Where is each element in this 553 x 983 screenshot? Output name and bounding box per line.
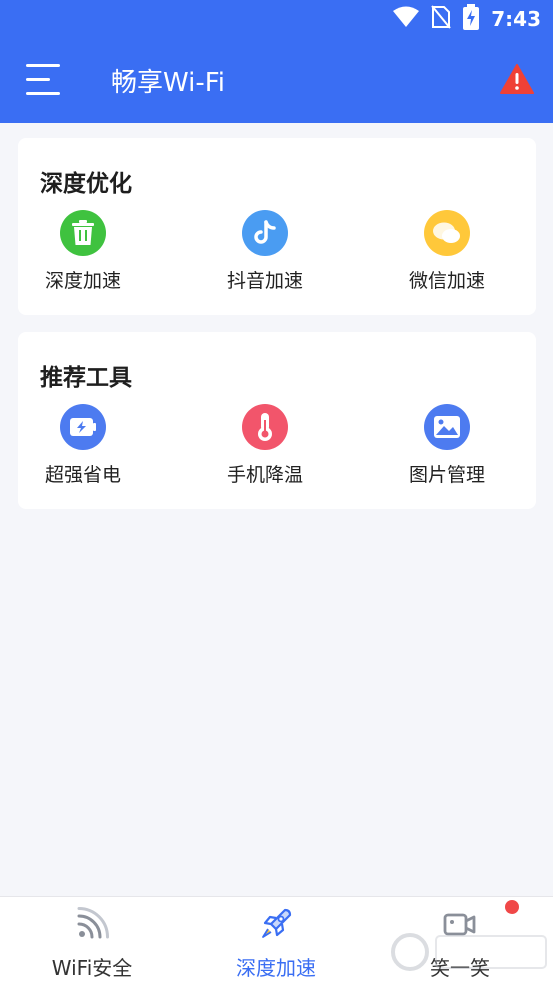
nav-deep-speedup[interactable]: 深度加速: [184, 897, 368, 983]
battery-charging-icon: [463, 4, 480, 34]
wechat-icon: [424, 210, 470, 256]
tool-label: 超强省电: [44, 464, 121, 486]
deep-optimize-card: 深度优化 深度加速 抖音加速 微信加速: [18, 138, 536, 315]
wechat-speedup-tool[interactable]: 微信加速: [382, 210, 512, 300]
app-header: 7:43 畅享Wi-Fi: [0, 0, 553, 123]
menu-button[interactable]: [26, 64, 60, 96]
image-icon: [424, 404, 470, 450]
recommended-tools-card: 推荐工具 超强省电 手机降温 图片管理: [18, 332, 536, 509]
section-title: 深度优化: [40, 171, 132, 197]
photo-manager-tool[interactable]: 图片管理: [382, 404, 512, 494]
status-bar: 7:43: [0, 0, 553, 38]
tool-label: 深度加速: [44, 270, 121, 292]
no-sim-icon: [431, 5, 452, 33]
wifi-signal-icon: [77, 907, 109, 939]
wifi-icon: [393, 6, 420, 32]
app-title: 畅享Wi-Fi: [111, 68, 226, 98]
tool-label: 微信加速: [408, 270, 485, 292]
nav-label: 深度加速: [236, 956, 316, 980]
deep-speedup-tool[interactable]: 深度加速: [18, 210, 148, 300]
tool-label: 图片管理: [408, 464, 485, 486]
tool-label: 手机降温: [226, 464, 303, 486]
status-time: 7:43: [491, 7, 541, 31]
battery-saver-icon: [60, 404, 106, 450]
warning-triangle-icon: [500, 64, 534, 94]
thermometer-icon: [242, 404, 288, 450]
power-saver-tool[interactable]: 超强省电: [18, 404, 148, 494]
notification-dot: [505, 900, 519, 914]
nav-label: WiFi安全: [51, 956, 133, 980]
section-title: 推荐工具: [40, 365, 132, 391]
rocket-icon: [262, 908, 292, 938]
trash-icon: [60, 210, 106, 256]
tool-label: 抖音加速: [226, 270, 303, 292]
tiktok-speedup-tool[interactable]: 抖音加速: [200, 210, 330, 300]
hamburger-menu-icon: [26, 64, 60, 67]
phone-cooling-tool[interactable]: 手机降温: [200, 404, 330, 494]
nav-wifi-security[interactable]: WiFi安全: [0, 897, 184, 983]
tiktok-icon: [242, 210, 288, 256]
alert-button[interactable]: [500, 64, 534, 94]
watermark-logo: [391, 933, 547, 971]
